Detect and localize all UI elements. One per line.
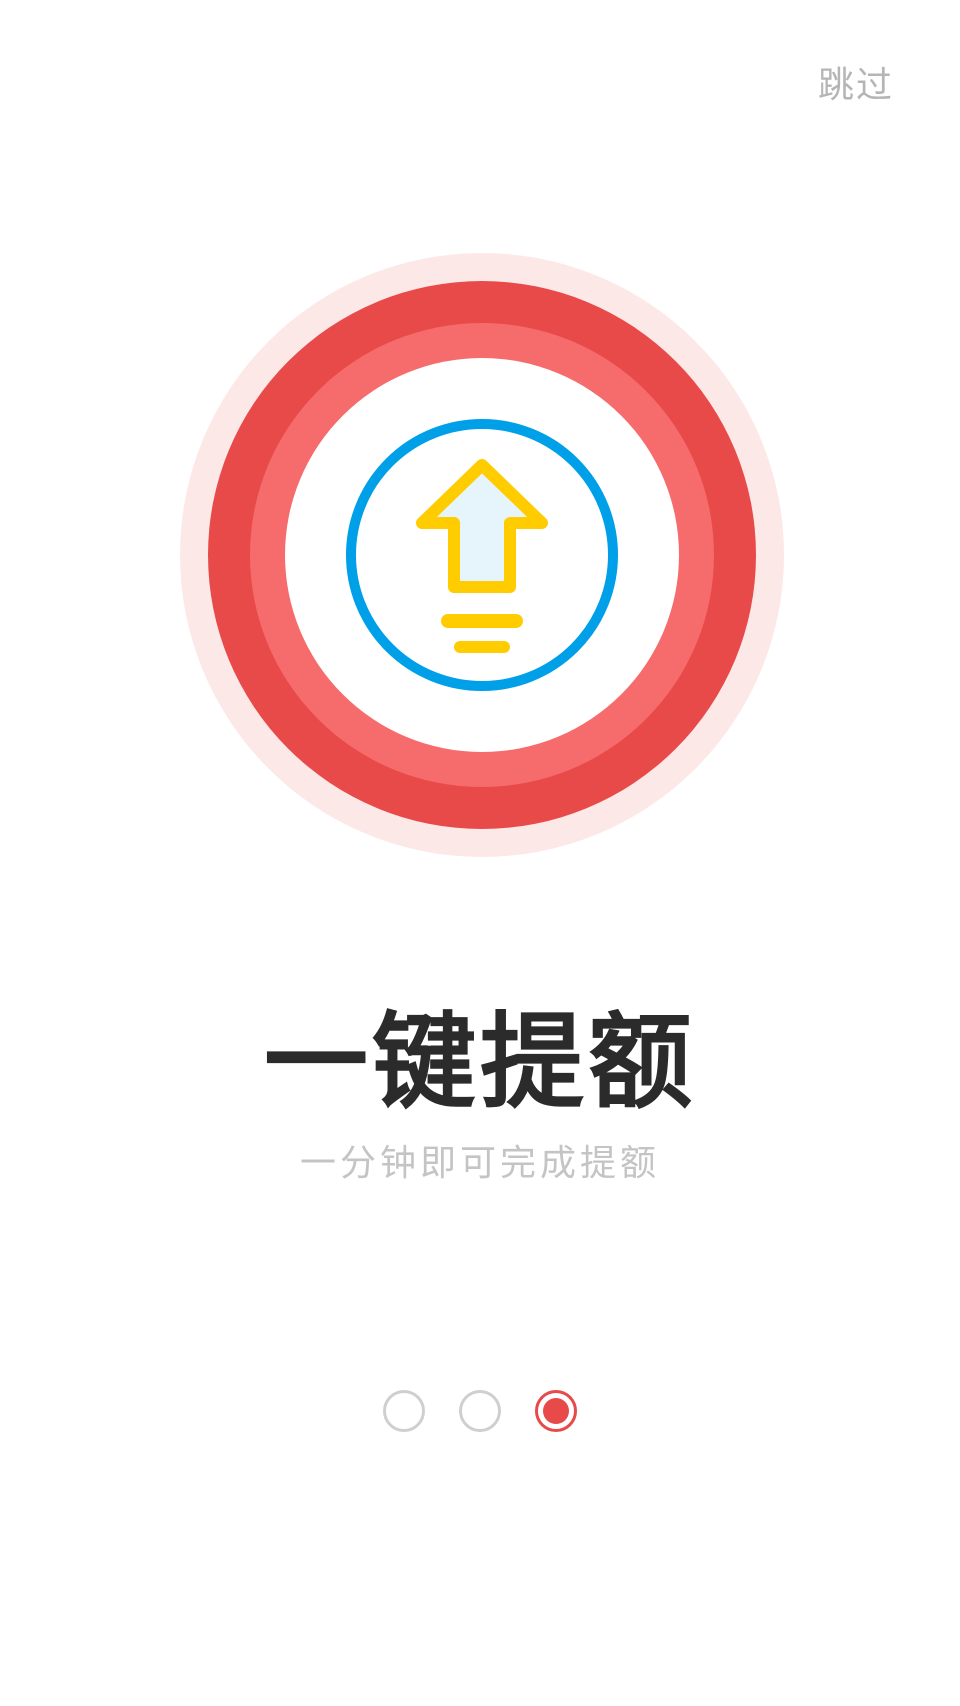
- hero-illustration: [180, 253, 784, 857]
- page-title: 一键提额: [263, 1001, 696, 1123]
- pager-dot-2[interactable]: [459, 1390, 501, 1432]
- arrow-up-in-circle-icon: [180, 253, 784, 857]
- pager-indicator: [0, 1390, 960, 1432]
- skip-button[interactable]: 跳过: [818, 56, 894, 108]
- pager-dot-1[interactable]: [383, 1390, 425, 1432]
- pager-dot-3-active[interactable]: [535, 1390, 577, 1432]
- onboarding-screen: 跳过 一键提额 一分钟即可完成提额: [0, 0, 960, 1706]
- page-subtitle: 一分钟即可完成提额: [299, 1143, 660, 1184]
